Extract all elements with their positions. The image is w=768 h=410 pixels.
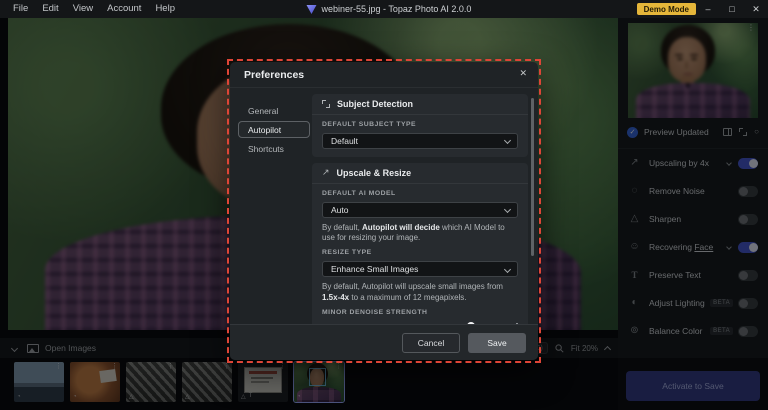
upscale-resize-section: ↗ Upscale & Resize DEFAULT AI MODEL Auto…	[312, 163, 528, 324]
dialog-header: Preferences ✕	[230, 62, 538, 88]
menu-edit[interactable]: Edit	[35, 0, 65, 18]
chevron-down-icon	[504, 206, 511, 213]
resize-type-select[interactable]: Enhance Small Images	[322, 261, 518, 277]
dialog-close-icon[interactable]: ✕	[519, 68, 527, 79]
section-header: Subject Detection	[312, 94, 528, 115]
demo-mode-badge: Demo Mode	[637, 3, 696, 15]
window-title-group: webiner-55.jpg - Topaz Photo AI 2.0.0	[306, 0, 471, 18]
window-controls: – □ ✕	[696, 0, 768, 18]
maximize-button[interactable]: □	[720, 0, 744, 18]
field-label: DEFAULT AI MODEL	[322, 191, 518, 198]
resize-note: By default, Autopilot will upscale small…	[322, 282, 518, 303]
app-window: File Edit View Account Help webiner-55.j…	[0, 0, 768, 410]
select-value: Enhance Small Images	[331, 264, 418, 274]
dialog-scrollbar[interactable]	[531, 98, 534, 256]
preferences-dialog: Preferences ✕ General Autopilot Shortcut…	[230, 62, 538, 360]
upscale-icon: ↗	[322, 168, 330, 177]
field-label: DEFAULT SUBJECT TYPE	[322, 122, 518, 129]
menu-help[interactable]: Help	[148, 0, 182, 18]
dialog-title: Preferences	[244, 69, 304, 81]
window-title: webiner-55.jpg - Topaz Photo AI 2.0.0	[321, 4, 471, 14]
chevron-down-icon	[504, 266, 511, 273]
menu-account[interactable]: Account	[100, 0, 148, 18]
section-title: Subject Detection	[337, 99, 413, 109]
tab-general[interactable]: General	[238, 102, 310, 119]
close-button[interactable]: ✕	[744, 0, 768, 18]
subject-type-select[interactable]: Default	[322, 133, 518, 149]
model-note: By default, Autopilot will decide which …	[322, 223, 518, 244]
subject-detection-icon	[322, 100, 330, 108]
subject-detection-section: Subject Detection DEFAULT SUBJECT TYPE D…	[312, 94, 528, 157]
field-label: MINOR DENOISE STRENGTH	[322, 310, 518, 317]
preferences-tabs: General Autopilot Shortcuts	[238, 102, 310, 159]
dialog-footer: Cancel Save	[230, 324, 538, 360]
cancel-button[interactable]: Cancel	[402, 333, 460, 353]
menu-bar: File Edit View Account Help	[0, 0, 182, 18]
menu-file[interactable]: File	[6, 0, 35, 18]
topaz-logo-icon	[306, 4, 316, 15]
minimize-button[interactable]: –	[696, 0, 720, 18]
denoise-strength-block: MINOR DENOISE STRENGTH Very WeakWeakLess…	[322, 310, 518, 324]
ai-model-select[interactable]: Auto	[322, 202, 518, 218]
menu-view[interactable]: View	[66, 0, 100, 18]
section-header: ↗ Upscale & Resize	[312, 163, 528, 184]
section-title: Upscale & Resize	[337, 168, 412, 178]
field-label: RESIZE TYPE	[322, 250, 518, 257]
tab-shortcuts[interactable]: Shortcuts	[238, 140, 310, 157]
chevron-down-icon	[504, 137, 511, 144]
preferences-content: Subject Detection DEFAULT SUBJECT TYPE D…	[312, 94, 528, 324]
select-value: Default	[331, 136, 358, 146]
save-button[interactable]: Save	[468, 333, 526, 353]
select-value: Auto	[331, 205, 349, 215]
tab-autopilot[interactable]: Autopilot	[238, 121, 310, 138]
titlebar: File Edit View Account Help webiner-55.j…	[0, 0, 768, 18]
